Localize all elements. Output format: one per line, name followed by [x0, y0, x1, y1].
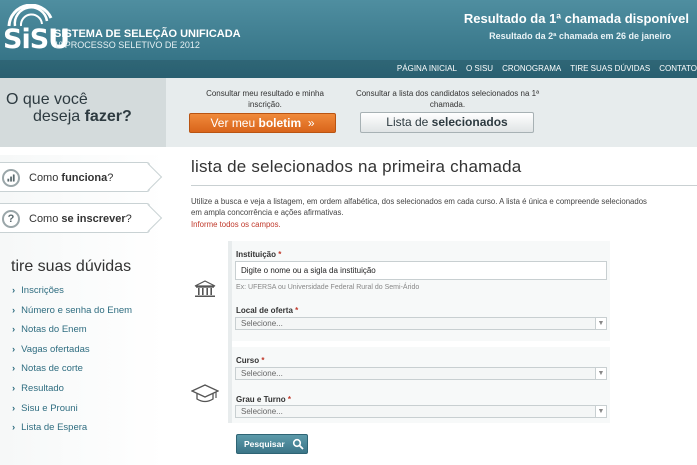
- como-inscrever-bold: se inscrever: [61, 213, 126, 225]
- institution-icon: [194, 280, 216, 297]
- faq-item-notas-corte[interactable]: Notas de corte: [12, 363, 132, 383]
- intro-text: Utilize a busca e veja a listagem, em or…: [191, 196, 697, 218]
- como-inscrever-prefix: Como: [29, 213, 62, 225]
- required-mark: *: [287, 395, 291, 404]
- double-chevron-right-icon: »: [307, 116, 315, 130]
- boletim-description: Consultar meu resultado e minha inscriçã…: [206, 89, 324, 109]
- lista-label-bold: selecionados: [431, 115, 508, 129]
- instituicao-input[interactable]: [235, 261, 607, 280]
- question-panel: O que você deseja fazer?: [0, 78, 166, 147]
- graduation-cap-icon: [191, 384, 219, 403]
- faq-item-sisu-prouni[interactable]: Sisu e Prouni: [12, 403, 132, 423]
- question-line-2-bold: fazer?: [84, 108, 132, 125]
- curso-select[interactable]: Selecione... ▼: [235, 367, 607, 380]
- ver-boletim-button[interactable]: Ver meu boletim »: [189, 113, 336, 133]
- faq-item-numero-senha[interactable]: Número e senha do Enem: [12, 305, 132, 325]
- instituicao-label-text: Instituição: [236, 250, 277, 259]
- faq-item-inscricoes[interactable]: Inscrições: [12, 285, 132, 305]
- intro-line-1: Utilize a busca e veja a listagem, em or…: [191, 197, 647, 206]
- grau-turno-label-text: Grau e Turno: [236, 395, 286, 404]
- lista-selecionados-button[interactable]: Lista de selecionados: [360, 112, 534, 133]
- required-mark: *: [295, 306, 299, 315]
- question-line-2: deseja fazer?: [33, 108, 132, 126]
- grau-turno-select[interactable]: Selecione... ▼: [235, 405, 607, 418]
- curso-label-text: Curso: [236, 356, 260, 365]
- como-inscrever-label: Como se inscrever?: [29, 213, 132, 225]
- faq-item-vagas[interactable]: Vagas ofertadas: [12, 344, 132, 364]
- action-bar: O que você deseja fazer?: [0, 78, 697, 147]
- boletim-label-bold: boletim: [258, 116, 302, 130]
- question-icon: ?: [2, 210, 20, 228]
- local-oferta-select[interactable]: Selecione... ▼: [235, 317, 607, 330]
- instituicao-hint: Ex: UFERSA ou Universidade Federal Rural…: [236, 284, 420, 291]
- boletim-label-prefix: Ver meu: [210, 116, 259, 130]
- faq-item-lista-espera[interactable]: Lista de Espera: [12, 422, 132, 442]
- instituicao-label: Instituição *: [236, 250, 281, 259]
- como-funciona-button[interactable]: Como funciona?: [0, 162, 163, 192]
- grau-turno-label: Grau e Turno *: [236, 395, 291, 404]
- nav-pagina-inicial[interactable]: PÁGINA INICIAL: [397, 64, 457, 73]
- nav-o-sisu[interactable]: O SISU: [466, 64, 493, 73]
- local-oferta-label-text: Local de oferta: [236, 306, 293, 315]
- required-mark: *: [278, 250, 282, 259]
- chevron-down-icon: ▼: [595, 318, 606, 329]
- faq-list: Inscrições Número e senha do Enem Notas …: [12, 285, 132, 442]
- como-inscrever-suffix: ?: [125, 213, 132, 225]
- top-navigation: PÁGINA INICIAL O SISU CRONOGRAMA TIRE SU…: [0, 60, 697, 78]
- lista-description: Consultar a lista dos candidatos selecio…: [355, 89, 540, 109]
- grau-turno-value: Selecione...: [241, 407, 283, 416]
- brand-title: SISTEMA DE SELEÇÃO UNIFICADA: [54, 28, 241, 40]
- nav-cronograma[interactable]: CRONOGRAMA: [502, 64, 561, 73]
- nav-contato[interactable]: CONTATO: [659, 64, 697, 73]
- como-funciona-prefix: Como: [29, 172, 62, 184]
- title-divider: [191, 185, 697, 186]
- curso-value: Selecione...: [241, 369, 283, 378]
- brand-subtitle: 1º PROCESSO SELETIVO DE 2012: [54, 40, 200, 50]
- local-oferta-label: Local de oferta *: [236, 306, 298, 315]
- pesquisar-label: Pesquisar: [244, 439, 285, 449]
- como-funciona-label: Como funciona?: [29, 172, 113, 184]
- site-header: SiSU SISTEMA DE SELEÇÃO UNIFICADA 1º PRO…: [0, 0, 697, 78]
- faq-item-notas-enem[interactable]: Notas do Enem: [12, 324, 132, 344]
- faq-title: tire suas dúvidas: [11, 258, 132, 275]
- como-se-inscrever-button[interactable]: ? Como se inscrever?: [0, 203, 163, 233]
- pesquisar-button[interactable]: Pesquisar: [236, 434, 308, 454]
- question-line-2-text: deseja: [33, 108, 85, 125]
- intro-line-2: em ampla concorrência e ações afirmativa…: [191, 208, 344, 217]
- required-mark: *: [261, 356, 265, 365]
- announcement-sub: Resultado da 2ª chamada em 26 de janeiro: [489, 31, 671, 41]
- nav-tire-suas-duvidas[interactable]: TIRE SUAS DÚVIDAS: [570, 64, 650, 73]
- como-funciona-bold: funciona: [61, 172, 108, 184]
- question-line-1: O que você: [6, 91, 88, 108]
- lista-label-prefix: Lista de: [386, 115, 432, 129]
- announcement-main[interactable]: Resultado da 1ª chamada disponível: [464, 11, 689, 26]
- faq-item-resultado[interactable]: Resultado: [12, 383, 132, 403]
- search-icon: [292, 438, 304, 450]
- required-note: Informe todos os campos.: [191, 220, 281, 229]
- local-oferta-value: Selecione...: [241, 319, 283, 328]
- como-funciona-suffix: ?: [107, 172, 114, 184]
- chevron-down-icon: ▼: [595, 406, 606, 417]
- chevron-down-icon: ▼: [595, 368, 606, 379]
- curso-label: Curso *: [236, 356, 264, 365]
- bar-chart-icon: [2, 169, 20, 187]
- page-title: lista de selecionados na primeira chamad…: [191, 157, 522, 176]
